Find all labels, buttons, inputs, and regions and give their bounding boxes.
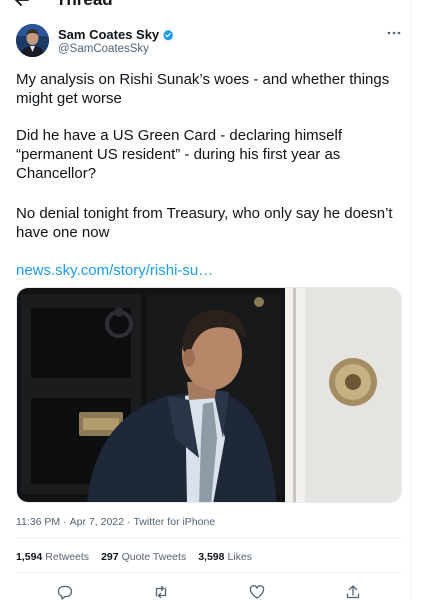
reply-icon[interactable] (57, 584, 73, 600)
avatar[interactable] (16, 24, 49, 57)
tweet-paragraph: No denial tonight from Treasury, who onl… (16, 205, 393, 241)
divider (16, 538, 402, 539)
tweet-photo[interactable] (16, 287, 402, 503)
heart-icon[interactable] (249, 584, 265, 600)
article-link[interactable]: news.sky.com/story/rishi-su… (16, 261, 213, 280)
retweets-label: Retweets (45, 551, 90, 563)
page-title: Thread (56, 0, 113, 10)
more-horizontal-icon[interactable] (386, 28, 402, 38)
tweet-date: Apr 7, 2022 (69, 516, 124, 528)
engagement-stats: 1,594 Retweets 297 Quote Tweets 3,598 Li… (16, 551, 252, 564)
tweet-source: Twitter for iPhone (133, 516, 216, 528)
thread-header: Thread (0, 0, 410, 10)
quotes-stat[interactable]: 297 Quote Tweets (101, 551, 186, 564)
tweet-paragraph: My analysis on Rishi Sunak’s woes - and … (16, 71, 390, 107)
tweet-paragraph: Did he have a US Green Card - declaring … (16, 127, 342, 182)
tweet-detail-view: Thread Sam Coates Sky @SamCoatesSky (0, 0, 433, 600)
divider (16, 572, 402, 573)
tweet-actions (16, 584, 402, 600)
quotes-count: 297 (101, 551, 119, 563)
display-name[interactable]: Sam Coates Sky (58, 27, 159, 42)
retweets-stat[interactable]: 1,594 Retweets (16, 551, 89, 564)
likes-count: 3,598 (198, 551, 225, 563)
tweet-timestamp[interactable]: 11:36 PM · Apr 7, 2022 · Twitter for iPh… (16, 516, 215, 529)
retweet-icon[interactable] (153, 584, 169, 600)
likes-label: Likes (227, 551, 252, 563)
verified-badge-icon (163, 29, 174, 40)
name-row: Sam Coates Sky (58, 27, 174, 42)
retweets-count: 1,594 (16, 551, 43, 563)
likes-stat[interactable]: 3,598 Likes (198, 551, 252, 564)
column-divider (410, 0, 411, 600)
meta-separator: · (63, 516, 67, 528)
arrow-left-icon[interactable] (14, 0, 30, 8)
author-handle[interactable]: @SamCoatesSky (58, 42, 149, 56)
tweet-author: Sam Coates Sky @SamCoatesSky (16, 24, 402, 58)
tweet-time: 11:36 PM (16, 516, 61, 528)
share-icon[interactable] (345, 584, 361, 600)
meta-separator: · (126, 516, 131, 528)
quotes-label: Quote Tweets (121, 551, 187, 563)
